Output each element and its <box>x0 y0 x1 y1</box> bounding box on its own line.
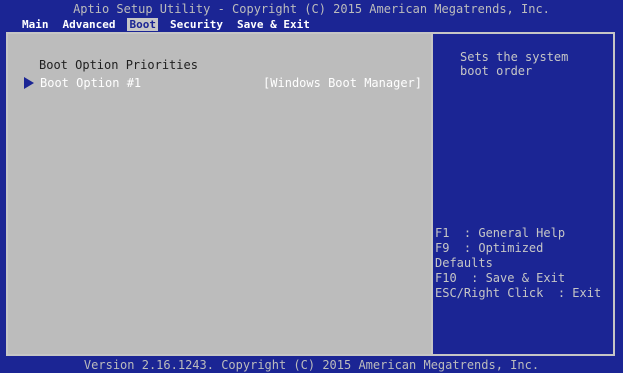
main-frame: Boot Option Priorities Boot Option #1 [W… <box>6 32 615 356</box>
settings-pane: Boot Option Priorities Boot Option #1 [W… <box>12 38 428 352</box>
key-legend-line: F10 : Save & Exit <box>435 271 566 285</box>
selection-arrow-icon <box>24 77 34 89</box>
key-legend-line: ESC/Right Click : Exit <box>435 286 602 300</box>
key-legend-line: Defaults <box>435 256 493 270</box>
help-text: Sets the system boot order <box>460 50 569 78</box>
boot-option-1-row[interactable]: Boot Option #1 [Windows Boot Manager] <box>24 75 422 91</box>
key-legend-line: F1 : General Help <box>435 226 566 240</box>
section-title: Boot Option Priorities <box>39 58 198 72</box>
key-legend: F1 : General Help F9 : Optimized Default… <box>435 226 613 301</box>
help-pane: Sets the system boot order F1 : General … <box>431 34 613 354</box>
version-footer: Version 2.16.1243. Copyright (C) 2015 Am… <box>83 358 540 372</box>
tab-main[interactable]: Main <box>20 18 51 31</box>
bios-screen: Aptio Setup Utility - Copyright (C) 2015… <box>0 0 623 373</box>
boot-option-1-label[interactable]: Boot Option #1 <box>40 76 141 90</box>
boot-option-1-value[interactable]: [Windows Boot Manager] <box>263 76 422 90</box>
tab-security[interactable]: Security <box>168 18 225 31</box>
tab-boot[interactable]: Boot <box>127 18 158 31</box>
menu-bar: Main Advanced Boot Security Save & Exit <box>20 17 322 32</box>
key-legend-line: F9 : Optimized <box>435 241 544 255</box>
tab-advanced[interactable]: Advanced <box>61 18 118 31</box>
tab-save-exit[interactable]: Save & Exit <box>235 18 312 31</box>
window-title: Aptio Setup Utility - Copyright (C) 2015… <box>73 2 550 16</box>
